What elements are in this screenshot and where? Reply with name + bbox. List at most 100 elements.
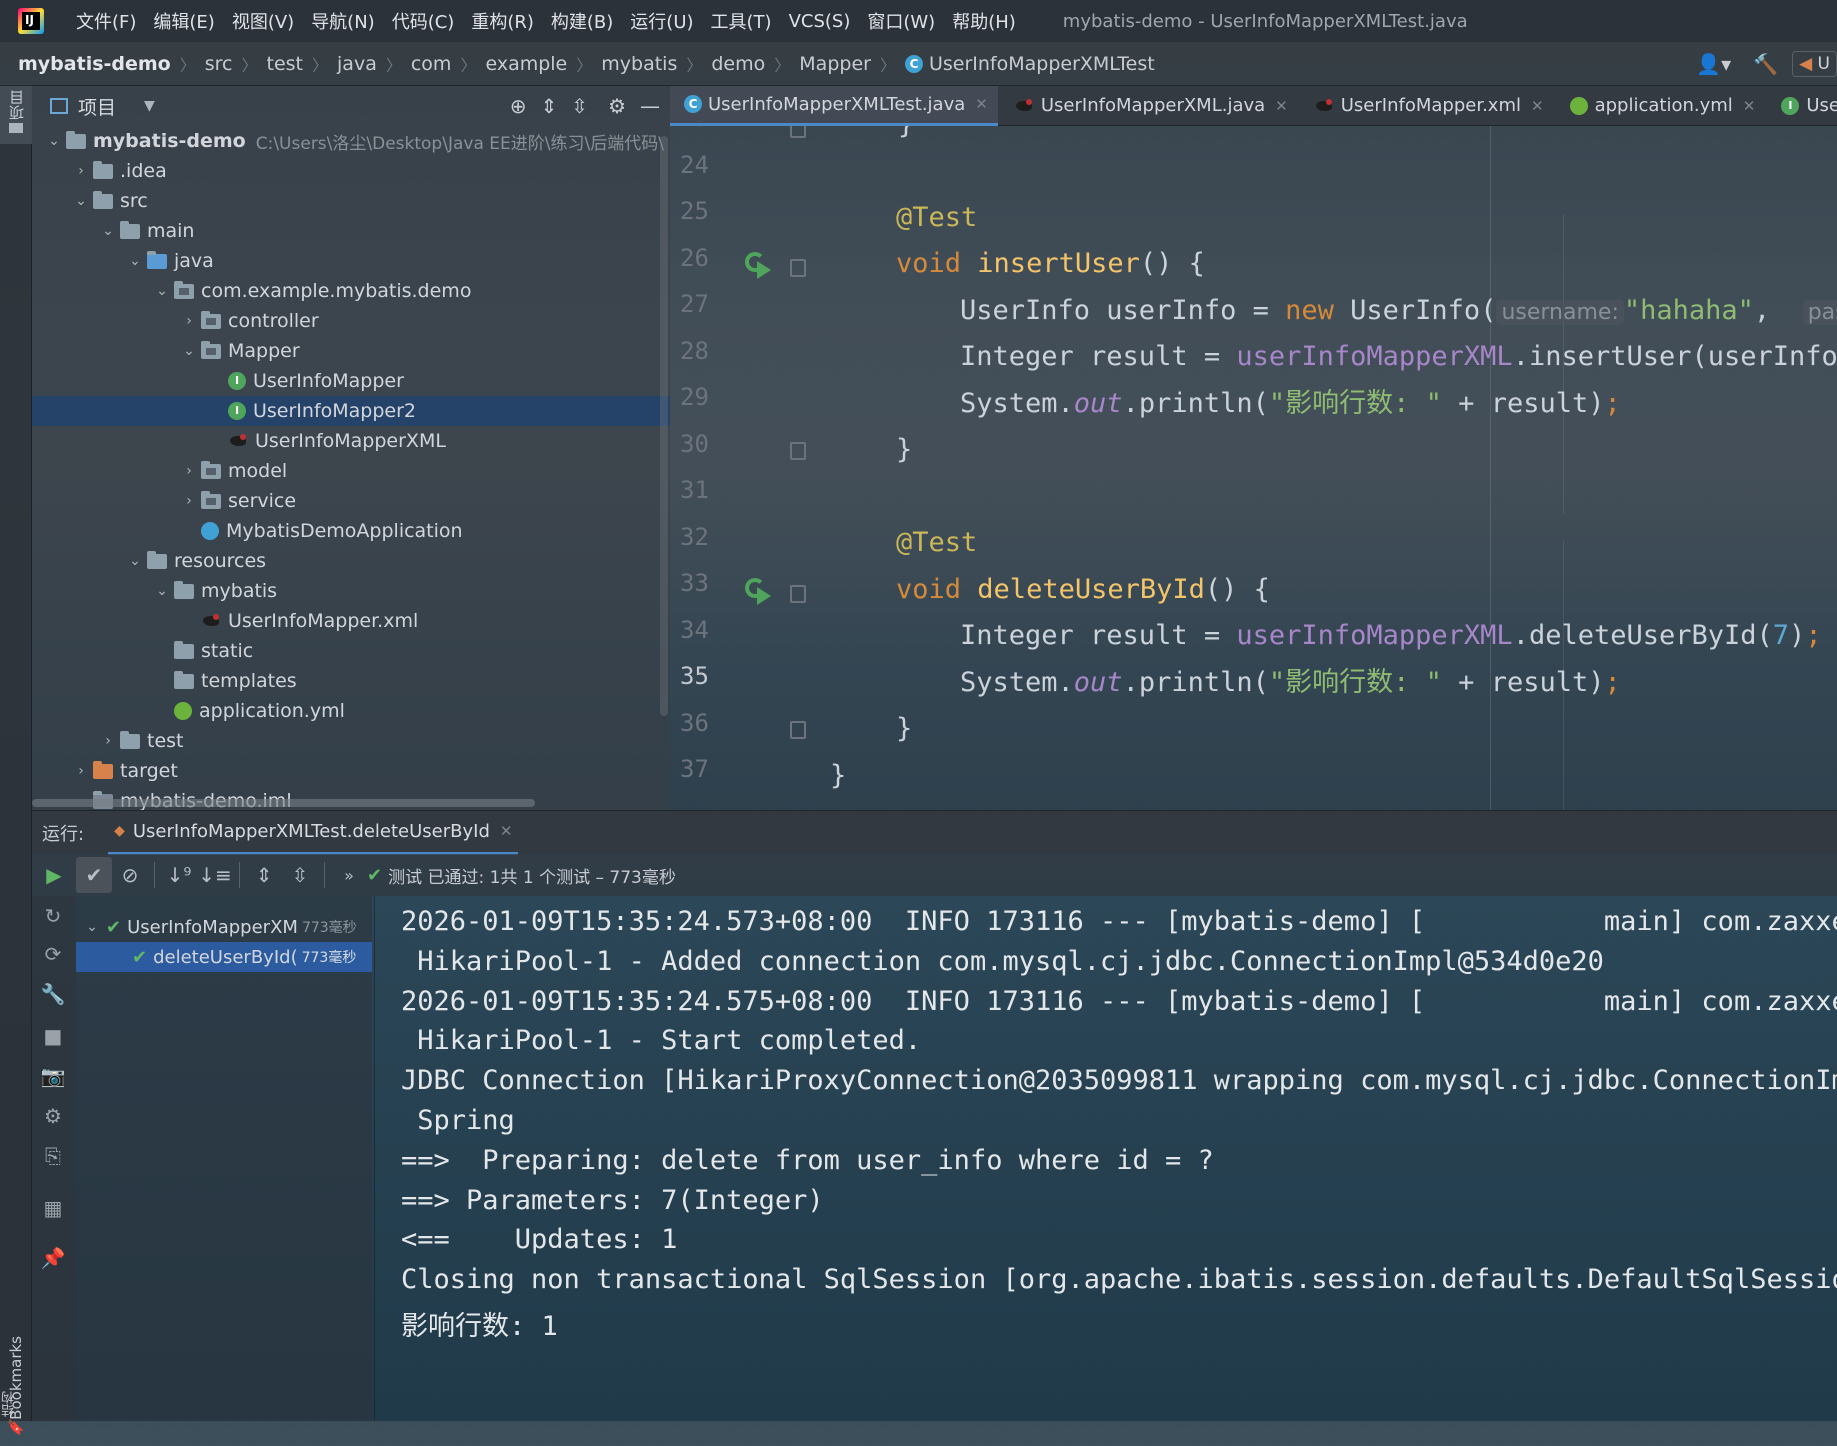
tree-item[interactable]: UserInfoMapper.xml — [32, 606, 670, 636]
structure-tool-button[interactable]: 结构 — [0, 1391, 32, 1421]
fold-marker-icon[interactable] — [790, 721, 806, 739]
expand-all-icon[interactable]: ⇕ — [541, 94, 558, 118]
fold-marker-icon[interactable] — [790, 259, 806, 277]
run-test-icon[interactable] — [744, 251, 772, 279]
breadcrumb-item[interactable]: mybatis — [601, 53, 677, 75]
tree-item[interactable]: ⌄ src — [32, 186, 670, 216]
close-icon[interactable]: ✕ — [1743, 97, 1756, 115]
stop-icon[interactable]: ■ — [40, 1024, 66, 1048]
tree-item[interactable]: ⌄ com.example.mybatis.demo — [32, 276, 670, 306]
menu-code[interactable]: 代码(C) — [392, 8, 455, 34]
more-icon[interactable]: » — [331, 857, 367, 893]
tree-item[interactable]: ⌄ resources — [32, 546, 670, 576]
code-editor[interactable]: } @Test void insertUser() { UserInfo use… — [670, 126, 1837, 810]
expand-all-icon[interactable]: ⇕ — [246, 857, 282, 893]
chevron-down-icon[interactable]: ⌄ — [44, 133, 64, 149]
chevron-right-icon[interactable]: › — [179, 493, 199, 509]
menu-file[interactable]: 文件(F) — [76, 8, 136, 34]
run-test-icon[interactable] — [744, 577, 772, 605]
chevron-down-icon[interactable]: ⌄ — [125, 253, 145, 269]
menu-refactor[interactable]: 重构(R) — [471, 8, 534, 34]
sort-by-duration-icon[interactable]: ↓≡ — [197, 857, 233, 893]
breadcrumb-item[interactable]: java — [337, 53, 377, 75]
chevron-right-icon[interactable]: › — [71, 763, 91, 779]
chevron-down-icon[interactable]: ⌄ — [179, 343, 199, 359]
tree-item[interactable]: ⌄ main — [32, 216, 670, 246]
collapse-all-icon[interactable]: ⇳ — [282, 857, 318, 893]
chevron-right-icon[interactable]: › — [98, 733, 118, 749]
tree-item[interactable]: MybatisDemoApplication — [32, 516, 670, 546]
import-icon[interactable]: ⎘ — [40, 1144, 66, 1168]
tab-useri[interactable]: I UserI — [1765, 86, 1837, 126]
gear-icon[interactable]: ⚙ — [608, 94, 626, 118]
vertical-scrollbar[interactable] — [660, 136, 668, 716]
tree-item[interactable]: › model — [32, 456, 670, 486]
run-config-selector[interactable]: ◀ U — [1792, 51, 1837, 77]
close-icon[interactable]: ✕ — [1275, 97, 1288, 115]
tree-item[interactable]: static — [32, 636, 670, 666]
chevron-down-icon[interactable]: ⌄ — [71, 193, 91, 209]
menu-help[interactable]: 帮助(H) — [952, 8, 1016, 34]
tree-item[interactable]: ⌄ mybatis — [32, 576, 670, 606]
menu-run[interactable]: 运行(U) — [630, 8, 693, 34]
chevron-right-icon[interactable]: › — [179, 463, 199, 479]
run-config-tab[interactable]: ◆ UserInfoMapperXMLTest.deleteUserById ✕ — [108, 811, 519, 855]
user-icon[interactable]: 👤▾ — [1696, 52, 1731, 76]
build-hammer-icon[interactable]: 🔨 — [1753, 52, 1778, 76]
chevron-right-icon[interactable]: › — [179, 313, 199, 329]
menu-build[interactable]: 构建(B) — [551, 8, 613, 34]
tree-item[interactable]: ⌄ mybatis-demo C:\Users\洛尘\Desktop\Java EE… — [32, 126, 670, 156]
chevron-down-icon[interactable]: ⌄ — [82, 919, 102, 935]
tab-userinfomapperxml-java[interactable]: UserInfoMapperXML.java ✕ — [998, 86, 1298, 126]
breadcrumb-item[interactable]: Mapper — [799, 53, 871, 75]
sort-alphabetically-icon[interactable]: ↓⁹ — [161, 857, 197, 893]
tree-item[interactable]: templates — [32, 666, 670, 696]
console-output[interactable]: 2026-01-09T15:35:24.573+08:00 INFO 17311… — [374, 896, 1837, 1421]
tab-userinfomapperxmltest[interactable]: C UserInfoMapperXMLTest.java ✕ — [670, 85, 998, 126]
tree-item[interactable]: I UserInfoMapper — [32, 366, 670, 396]
pin-icon[interactable]: 📌 — [40, 1246, 66, 1270]
breadcrumb-item[interactable]: test — [267, 53, 304, 75]
intellij-logo-icon[interactable]: IJ — [18, 8, 44, 34]
fold-marker-icon[interactable] — [790, 585, 806, 603]
collapse-all-icon[interactable]: ⇳ — [571, 94, 588, 118]
tree-item[interactable]: › controller — [32, 306, 670, 336]
horizontal-scrollbar[interactable] — [32, 799, 535, 807]
fold-marker-icon[interactable] — [790, 126, 806, 138]
breadcrumb-item[interactable]: demo — [711, 53, 765, 75]
tree-item[interactable]: UserInfoMapperXML — [32, 426, 670, 456]
close-icon[interactable]: ✕ — [975, 95, 988, 113]
menu-tools[interactable]: 工具(T) — [711, 8, 772, 34]
layout-icon[interactable]: ▦ — [40, 1196, 66, 1220]
chevron-down-icon[interactable]: ⌄ — [152, 583, 172, 599]
hide-panel-icon[interactable]: — — [640, 94, 660, 118]
settings-icon[interactable]: ⚙ — [40, 1104, 66, 1128]
tree-item[interactable]: › target — [32, 756, 670, 786]
tree-item[interactable]: › service — [32, 486, 670, 516]
breadcrumb-item[interactable]: com — [411, 53, 452, 75]
tree-item[interactable]: ⌄ java — [32, 246, 670, 276]
project-panel-title[interactable]: 项目 — [78, 93, 116, 120]
menu-vcs[interactable]: VCS(S) — [789, 11, 851, 32]
tab-application-yml[interactable]: application.yml ✕ — [1554, 86, 1766, 126]
chevron-down-icon[interactable]: ⌄ — [152, 283, 172, 299]
project-tool-button[interactable]: 项目 — [0, 86, 32, 144]
chevron-down-icon[interactable]: ⌄ — [98, 223, 118, 239]
breadcrumb-item[interactable]: src — [205, 53, 233, 75]
breadcrumb-item[interactable]: mybatis-demo — [18, 53, 171, 75]
refresh-icon[interactable]: ↻ — [40, 904, 66, 928]
close-icon[interactable]: ✕ — [1531, 97, 1544, 115]
locate-icon[interactable]: ⊕ — [510, 94, 527, 118]
tree-item[interactable]: › test — [32, 726, 670, 756]
menu-view[interactable]: 视图(V) — [232, 8, 294, 34]
test-suite-row[interactable]: ⌄ ✔ UserInfoMapperXM 773毫秒 — [76, 912, 372, 942]
chevron-right-icon[interactable]: › — [71, 163, 91, 179]
menu-edit[interactable]: 编辑(E) — [153, 8, 214, 34]
show-ignored-icon[interactable]: ⊘ — [112, 857, 148, 893]
rerun-icon[interactable]: ▶ — [36, 857, 72, 893]
fold-marker-icon[interactable] — [790, 442, 806, 460]
camera-icon[interactable]: 📷 — [40, 1064, 66, 1088]
menu-window[interactable]: 窗口(W) — [867, 8, 935, 34]
tree-item[interactable]: application.yml — [32, 696, 670, 726]
rerun-failed-icon[interactable]: ⟳ — [40, 942, 66, 966]
